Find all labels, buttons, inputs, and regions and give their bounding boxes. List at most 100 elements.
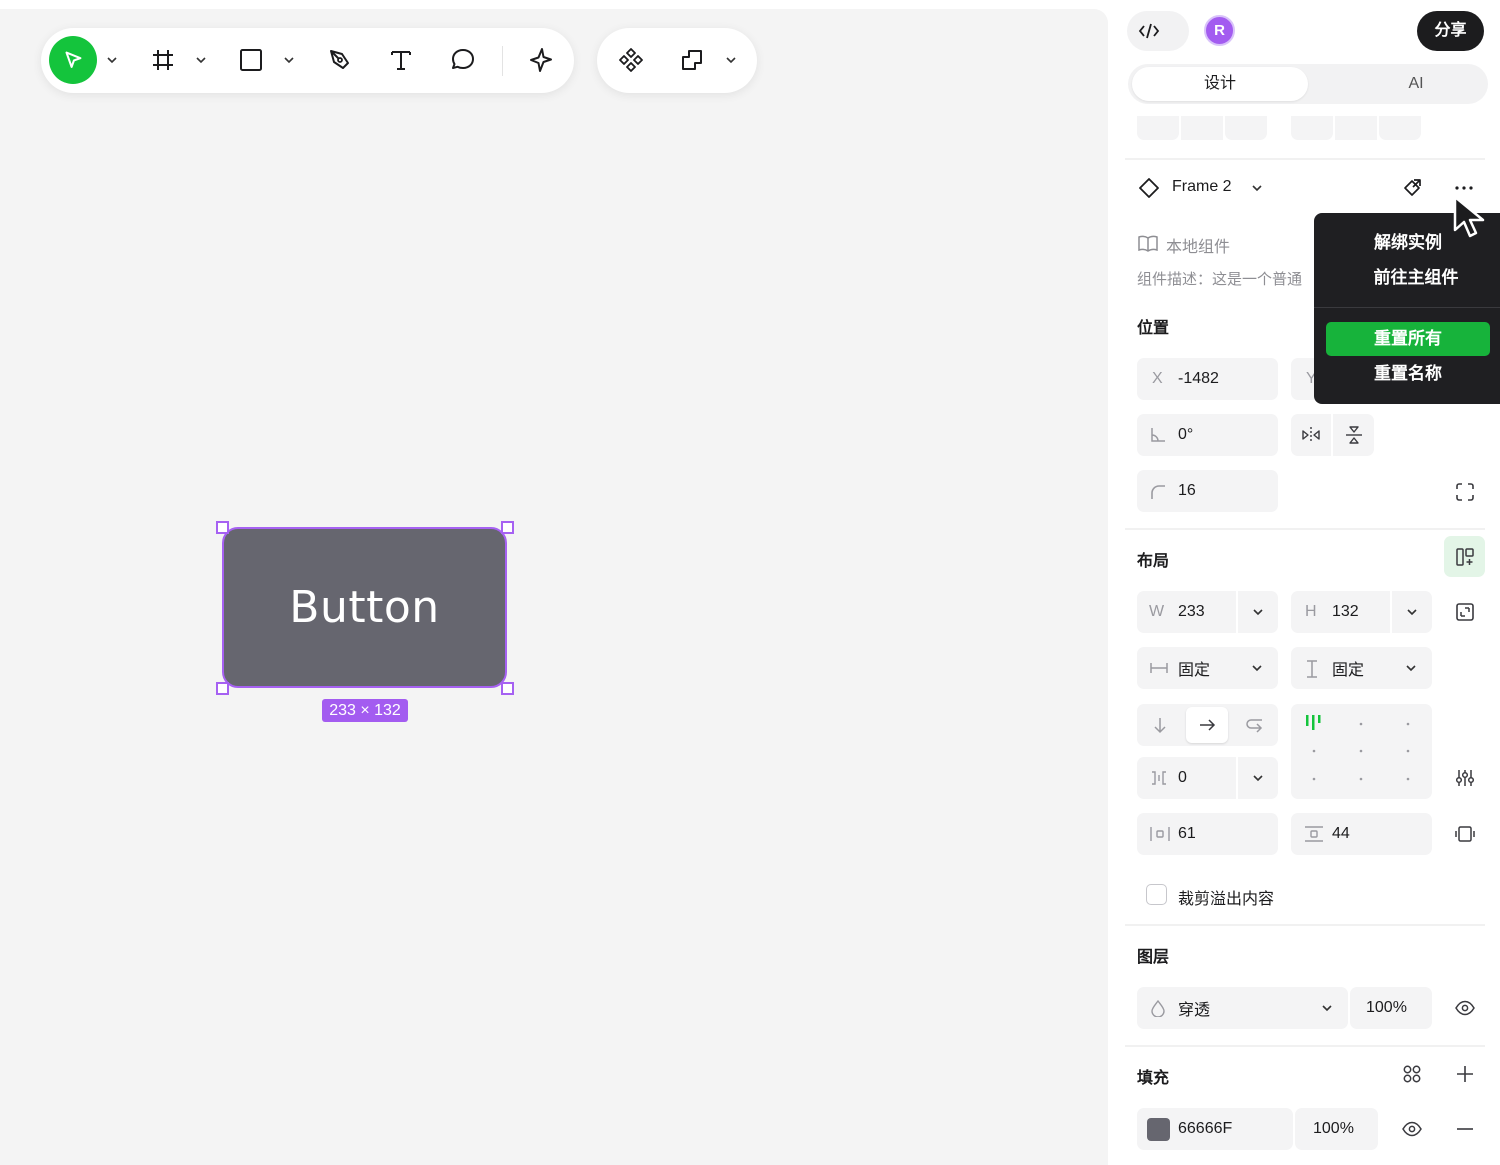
blend-mode-value[interactable]: 穿透 — [1178, 996, 1210, 1020]
rotation-field[interactable]: 0° — [1137, 414, 1278, 456]
w-label: W — [1149, 603, 1165, 620]
component-name[interactable]: Frame 2 — [1172, 178, 1232, 196]
individual-padding-button[interactable] — [1445, 821, 1485, 847]
horizontal-padding-icon — [1150, 827, 1170, 841]
fill-section-title: 填充 — [1137, 1070, 1170, 1087]
layer-section-title: 图层 — [1137, 949, 1170, 966]
layer-opacity-value[interactable]: 100% — [1366, 999, 1407, 1017]
chevron-down-icon — [1407, 609, 1417, 616]
menu-item-reset-all[interactable]: 重置所有 — [1326, 322, 1490, 356]
layer-opacity-field[interactable]: 100% — [1350, 987, 1432, 1029]
tab-design[interactable]: 设计 — [1132, 67, 1308, 101]
fill-opacity-value[interactable]: 100% — [1313, 1120, 1354, 1138]
alignment-grid[interactable] — [1291, 704, 1432, 799]
cursor-arrow-icon — [65, 51, 82, 68]
layer-visibility-button[interactable] — [1445, 995, 1485, 1021]
x-value[interactable]: -1482 — [1178, 370, 1219, 388]
height-mode-dropdown[interactable] — [1390, 647, 1432, 689]
direction-horizontal-button[interactable] — [1186, 707, 1228, 743]
comment-tool-button[interactable] — [441, 38, 485, 82]
corner-radius-value[interactable]: 16 — [1178, 482, 1196, 500]
text-tool-button[interactable] — [379, 38, 423, 82]
pen-tool-button[interactable] — [318, 38, 362, 82]
direction-vertical-button[interactable] — [1137, 704, 1183, 746]
width-mode-dropdown[interactable] — [1236, 647, 1278, 689]
independent-corners-button[interactable] — [1445, 479, 1485, 505]
align-top-button[interactable] — [1291, 116, 1333, 140]
width-mode-value[interactable]: 固定 — [1178, 656, 1210, 680]
menu-item-go-to-main-component[interactable]: 前往主组件 — [1334, 261, 1498, 295]
width-mode-field[interactable]: 固定 — [1137, 647, 1278, 689]
align-left-button[interactable] — [1137, 116, 1179, 140]
remove-fill-button[interactable] — [1451, 1116, 1479, 1142]
blend-mode-dropdown[interactable] — [1306, 987, 1348, 1029]
share-button[interactable]: 分享 — [1417, 11, 1484, 51]
auto-layout-button[interactable] — [1444, 536, 1485, 577]
add-fill-button[interactable] — [1451, 1060, 1479, 1088]
frame-tool-button[interactable] — [141, 38, 185, 82]
height-dropdown[interactable] — [1390, 591, 1432, 633]
layout-settings-button[interactable] — [1445, 765, 1485, 791]
chevron-down-icon[interactable] — [724, 53, 738, 67]
rectangle-tool-button[interactable] — [229, 38, 273, 82]
frame-text[interactable]: Button — [289, 582, 439, 633]
vertical-padding-field[interactable]: 44 — [1291, 813, 1432, 855]
constrain-proportions-button[interactable] — [1445, 599, 1485, 625]
rotation-value[interactable]: 0° — [1178, 426, 1193, 444]
height-mode-field[interactable]: 固定 — [1291, 647, 1432, 689]
fill-styles-button[interactable] — [1398, 1060, 1426, 1088]
width-dropdown[interactable] — [1236, 591, 1278, 633]
fill-color-field[interactable]: 66666F — [1137, 1108, 1293, 1150]
resize-handle-top-right[interactable] — [501, 521, 514, 534]
button-frame[interactable]: Button — [222, 527, 507, 688]
resize-handle-top-left[interactable] — [216, 521, 229, 534]
alignment-toolbar — [1137, 116, 1497, 142]
chevron-down-icon[interactable] — [194, 53, 208, 67]
move-tool-button[interactable] — [49, 36, 97, 84]
gap-dropdown[interactable] — [1236, 757, 1278, 799]
fill-opacity-field[interactable]: 100% — [1295, 1108, 1378, 1150]
flip-vertical-button[interactable] — [1333, 414, 1374, 456]
height-field[interactable]: H 132 — [1291, 591, 1432, 633]
menu-divider — [1314, 307, 1500, 308]
gap-value[interactable]: 0 — [1178, 769, 1187, 787]
horizontal-padding-field[interactable]: 61 — [1137, 813, 1278, 855]
align-right-button[interactable] — [1225, 116, 1267, 140]
resize-handle-bottom-right[interactable] — [501, 682, 514, 695]
fill-swatch[interactable] — [1147, 1118, 1170, 1141]
resize-handle-bottom-left[interactable] — [216, 682, 229, 695]
ai-tool-button[interactable] — [519, 38, 563, 82]
fill-visibility-button[interactable] — [1398, 1116, 1426, 1142]
canvas[interactable]: Button 233 × 132 — [0, 9, 1108, 1165]
flip-horizontal-button[interactable] — [1291, 414, 1331, 456]
gap-field[interactable]: 0 — [1137, 757, 1278, 799]
fill-hex-value[interactable]: 66666F — [1178, 1120, 1232, 1138]
go-to-main-component-icon[interactable] — [1400, 176, 1424, 200]
height-value[interactable]: 132 — [1332, 603, 1359, 621]
dev-mode-button[interactable] — [1127, 11, 1189, 51]
vertical-padding-value[interactable]: 44 — [1332, 825, 1350, 843]
chevron-down-icon — [1322, 1005, 1332, 1012]
divider — [1125, 158, 1485, 160]
clip-content-checkbox[interactable] — [1146, 884, 1167, 905]
menu-item-reset-name[interactable]: 重置名称 — [1326, 357, 1490, 391]
corner-radius-field[interactable]: 16 — [1137, 470, 1278, 512]
width-field[interactable]: W 233 — [1137, 591, 1278, 633]
horizontal-padding-value[interactable]: 61 — [1178, 825, 1196, 843]
width-value[interactable]: 233 — [1178, 603, 1205, 621]
chevron-down-icon[interactable] — [282, 53, 296, 67]
boolean-tool-button[interactable] — [670, 38, 714, 82]
align-bottom-button[interactable] — [1379, 116, 1421, 140]
position-section-title: 位置 — [1137, 320, 1170, 337]
component-tool-button[interactable] — [609, 38, 653, 82]
chevron-down-icon[interactable] — [105, 53, 119, 67]
align-center-v-button[interactable] — [1335, 116, 1377, 140]
align-center-h-button[interactable] — [1181, 116, 1223, 140]
tab-ai[interactable]: AI — [1328, 67, 1500, 101]
avatar[interactable]: R — [1204, 15, 1235, 46]
direction-wrap-button[interactable] — [1232, 704, 1278, 746]
x-field[interactable]: X -1482 — [1137, 358, 1278, 400]
height-mode-value[interactable]: 固定 — [1332, 656, 1364, 680]
blend-mode-field[interactable]: 穿透 — [1137, 987, 1348, 1029]
chevron-down-icon[interactable] — [1250, 181, 1264, 195]
